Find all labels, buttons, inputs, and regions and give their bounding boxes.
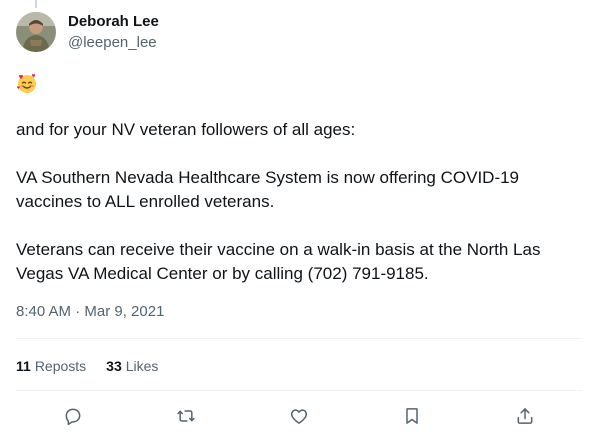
reposts-count: 11 (16, 358, 31, 374)
likes-stat[interactable]: 33 Likes (106, 356, 158, 376)
tweet-header: Deborah Lee @leepen_lee (16, 12, 159, 53)
engagement-stats: 11 Reposts 33 Likes (16, 356, 178, 376)
divider (16, 390, 582, 391)
avatar-image (16, 12, 56, 52)
tweet-text: and for your NV veteran followers of all… (16, 118, 582, 286)
share-icon (517, 408, 533, 424)
display-name[interactable]: Deborah Lee (68, 12, 159, 32)
likes-label: Likes (125, 358, 159, 374)
like-icon (290, 409, 307, 424)
bookmark-button[interactable] (399, 403, 425, 429)
likes-count: 33 (106, 358, 122, 374)
user-handle[interactable]: @leepen_lee (68, 33, 159, 53)
repost-button[interactable] (173, 403, 199, 429)
reposts-label: Reposts (34, 358, 87, 374)
reposts-stat[interactable]: 11 Reposts (16, 356, 86, 376)
tweet-paragraph: Veterans can receive their vaccine on a … (16, 240, 541, 283)
bookmark-icon (406, 408, 418, 424)
like-button[interactable] (286, 403, 312, 429)
repost-icon (177, 410, 195, 422)
tweet-timestamp[interactable]: 8:40 AM · Mar 9, 2021 (16, 302, 164, 322)
reply-button[interactable] (60, 403, 86, 429)
divider (16, 338, 582, 339)
smiling-face-with-hearts-icon (16, 72, 38, 94)
avatar[interactable] (16, 12, 56, 52)
action-bar (16, 403, 582, 429)
reply-icon (65, 408, 81, 426)
thread-connector-line (35, 0, 37, 8)
share-button[interactable] (512, 403, 538, 429)
tweet-paragraph: and for your NV veteran followers of all… (16, 120, 356, 139)
tweet-paragraph: VA Southern Nevada Healthcare System is … (16, 168, 520, 211)
